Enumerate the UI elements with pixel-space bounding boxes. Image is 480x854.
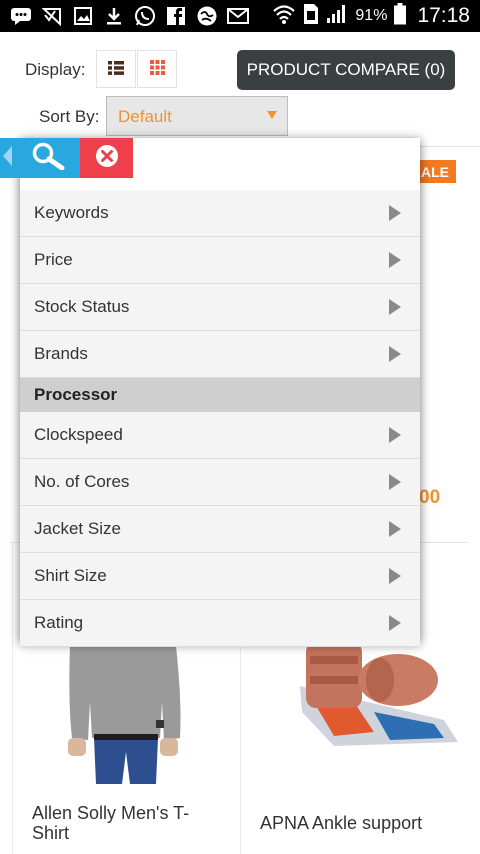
filter-item-label: Rating bbox=[34, 613, 84, 632]
product-price: 00 bbox=[419, 487, 441, 508]
filter-item-no-of-cores[interactable]: No. of Cores bbox=[20, 459, 420, 506]
filter-item-label: Shirt Size bbox=[34, 566, 107, 585]
signal-check-icon bbox=[41, 5, 63, 27]
grid-view-button[interactable] bbox=[137, 50, 177, 88]
filter-search-button[interactable] bbox=[16, 138, 80, 178]
product-name[interactable]: Allen Solly Men's T-Shirt bbox=[32, 803, 212, 843]
product-image-tshirt[interactable] bbox=[60, 642, 190, 784]
filter-item-rating[interactable]: Rating bbox=[20, 600, 420, 647]
sale-badge: ALE bbox=[414, 160, 456, 183]
battery-percent: 91% bbox=[355, 7, 388, 24]
filter-item-keywords[interactable]: Keywords bbox=[20, 190, 420, 237]
chevron-right-icon bbox=[389, 299, 401, 315]
caret-down-icon bbox=[267, 111, 277, 119]
close-icon bbox=[95, 144, 119, 172]
chevron-right-icon bbox=[389, 521, 401, 537]
grid-view-icon bbox=[149, 59, 165, 79]
image-icon bbox=[72, 5, 94, 27]
status-bar: 91% 17:18 bbox=[0, 0, 480, 32]
sort-value: Default bbox=[118, 107, 172, 126]
clock: 17:18 bbox=[417, 4, 470, 27]
chevron-right-icon bbox=[389, 427, 401, 443]
whatsapp-icon bbox=[134, 5, 156, 27]
filter-item-stock-status[interactable]: Stock Status bbox=[20, 284, 420, 331]
chevron-right-icon bbox=[389, 474, 401, 490]
filter-item-brands[interactable]: Brands bbox=[20, 331, 420, 378]
filter-list: Keywords Price Stock Status Brands Processor… bbox=[20, 190, 420, 647]
list-view-button[interactable] bbox=[96, 50, 136, 88]
back-arrow-icon bbox=[3, 146, 13, 170]
wifi-icon bbox=[272, 3, 296, 30]
download-icon bbox=[103, 5, 125, 27]
signal-bars-icon bbox=[326, 4, 348, 29]
chevron-right-icon bbox=[389, 252, 401, 268]
filter-collapse-button[interactable] bbox=[0, 138, 16, 178]
filter-item-label: Clockspeed bbox=[34, 425, 123, 444]
chevron-right-icon bbox=[389, 568, 401, 584]
product-image-ankle-support[interactable] bbox=[294, 642, 458, 748]
filter-item-label: Price bbox=[34, 250, 73, 269]
mail-icon bbox=[227, 5, 249, 27]
divider bbox=[420, 146, 480, 147]
filter-close-button[interactable] bbox=[80, 138, 133, 178]
filter-item-clockspeed[interactable]: Clockspeed bbox=[20, 412, 420, 459]
battery-icon bbox=[394, 2, 407, 30]
filter-item-jacket-size[interactable]: Jacket Size bbox=[20, 506, 420, 553]
filter-panel: Keywords Price Stock Status Brands Processor… bbox=[20, 138, 420, 647]
chevron-right-icon bbox=[389, 615, 401, 631]
sort-by-label: Sort By: bbox=[39, 107, 100, 126]
filter-header bbox=[0, 138, 133, 178]
display-label: Display: bbox=[25, 60, 86, 79]
filter-item-shirt-size[interactable]: Shirt Size bbox=[20, 553, 420, 600]
divider bbox=[12, 542, 13, 854]
filter-item-price[interactable]: Price bbox=[20, 237, 420, 284]
sort-select[interactable]: Default bbox=[106, 96, 288, 136]
filter-group-label: Processor bbox=[34, 385, 118, 404]
filter-group-header: Processor bbox=[20, 378, 420, 412]
product-name[interactable]: APNA Ankle support bbox=[260, 813, 460, 833]
chevron-right-icon bbox=[389, 205, 401, 221]
filter-item-label: Keywords bbox=[34, 203, 109, 222]
filter-item-label: Stock Status bbox=[34, 297, 130, 316]
browser-icon bbox=[196, 5, 218, 27]
sim-icon bbox=[303, 3, 319, 30]
product-compare-button[interactable]: PRODUCT COMPARE (0) bbox=[237, 50, 455, 90]
search-icon bbox=[31, 142, 65, 174]
filter-item-label: No. of Cores bbox=[34, 472, 130, 491]
filter-item-label: Jacket Size bbox=[34, 519, 121, 538]
chat-icon bbox=[10, 5, 32, 27]
facebook-icon bbox=[165, 5, 187, 27]
list-view-icon bbox=[108, 60, 124, 79]
chevron-right-icon bbox=[389, 346, 401, 362]
filter-item-label: Brands bbox=[34, 344, 88, 363]
